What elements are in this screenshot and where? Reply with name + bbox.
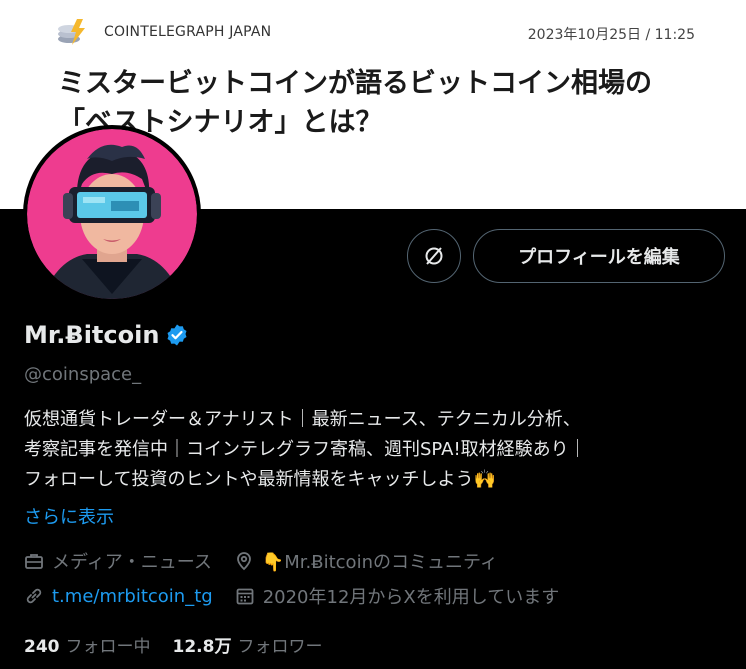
profile-meta-row-1: メディア・ニュース 👇Mr.Ƀitcoinのコミュニティ	[24, 548, 520, 574]
joined-item: 2020年12月からXを利用しています	[235, 583, 560, 609]
bio-line-1: 仮想通貨トレーダー＆アナリスト｜最新ニュース、テクニカル分析、	[24, 409, 581, 430]
refresh-button[interactable]	[407, 229, 461, 283]
category-text: メディア・ニュース	[52, 552, 212, 573]
handle: @coinspace_	[24, 364, 142, 385]
headline-line-2: 「ベストシナリオ」とは？	[58, 107, 383, 138]
followers-count: 12.8万	[172, 637, 232, 657]
following-label: フォロー中	[65, 637, 151, 657]
calendar-icon	[236, 588, 254, 605]
avatar-illustration	[27, 129, 197, 299]
bio-line-2: 考察記事を発信中｜コインテレグラフ寄稿、週刊SPA!取材経験あり｜	[24, 439, 587, 460]
location-pin-icon	[236, 552, 251, 571]
cointelegraph-logo-icon	[58, 19, 85, 45]
profile-meta-row-2: t.me/mrbitcoin_tg 2020年12月からXを利用しています	[24, 583, 581, 609]
banner-brand: COINTELEGRAPH JAPAN	[104, 24, 272, 40]
bio-line-3: フォローして投資のヒントや最新情報をキャッチしよう🙌	[24, 469, 496, 490]
follow-stats: 240 フォロー中 12.8万 フォロワー	[24, 632, 344, 657]
followers-link[interactable]: 12.8万 フォロワー	[173, 632, 323, 657]
link-icon	[26, 588, 42, 604]
name-row: Mr.Ƀitcoin	[24, 321, 189, 349]
joined-text: 2020年12月からXを利用しています	[262, 587, 560, 608]
briefcase-icon	[25, 554, 43, 569]
following-link[interactable]: 240 フォロー中	[24, 632, 151, 657]
edit-profile-button[interactable]: プロフィールを編集	[473, 229, 725, 283]
followers-label: フォロワー	[237, 637, 323, 657]
headline-line-1: ミスタービットコインが語るビットコイン相場の	[58, 68, 652, 99]
website-item: t.me/mrbitcoin_tg	[24, 586, 213, 607]
see-more-link[interactable]: さらに表示	[24, 503, 114, 529]
bio: 仮想通貨トレーダー＆アナリスト｜最新ニュース、テクニカル分析、 考察記事を発信中…	[24, 405, 729, 495]
display-name: Mr.Ƀitcoin	[24, 321, 160, 349]
category-item: メディア・ニュース	[24, 548, 212, 574]
avatar[interactable]	[23, 125, 201, 303]
refresh-icon	[425, 247, 443, 265]
banner-date: 2023年10月25日 / 11:25	[527, 27, 695, 43]
location-item: 👇Mr.Ƀitcoinのコミュニティ	[234, 548, 498, 574]
website-link[interactable]: t.me/mrbitcoin_tg	[52, 586, 213, 607]
following-count: 240	[24, 637, 60, 657]
banner-headline: ミスタービットコインが語るビットコイン相場の 「ベストシナリオ」とは？	[58, 64, 718, 142]
location-text: 👇Mr.Ƀitcoinのコミュニティ	[261, 552, 498, 573]
verified-badge-icon[interactable]	[165, 323, 189, 347]
